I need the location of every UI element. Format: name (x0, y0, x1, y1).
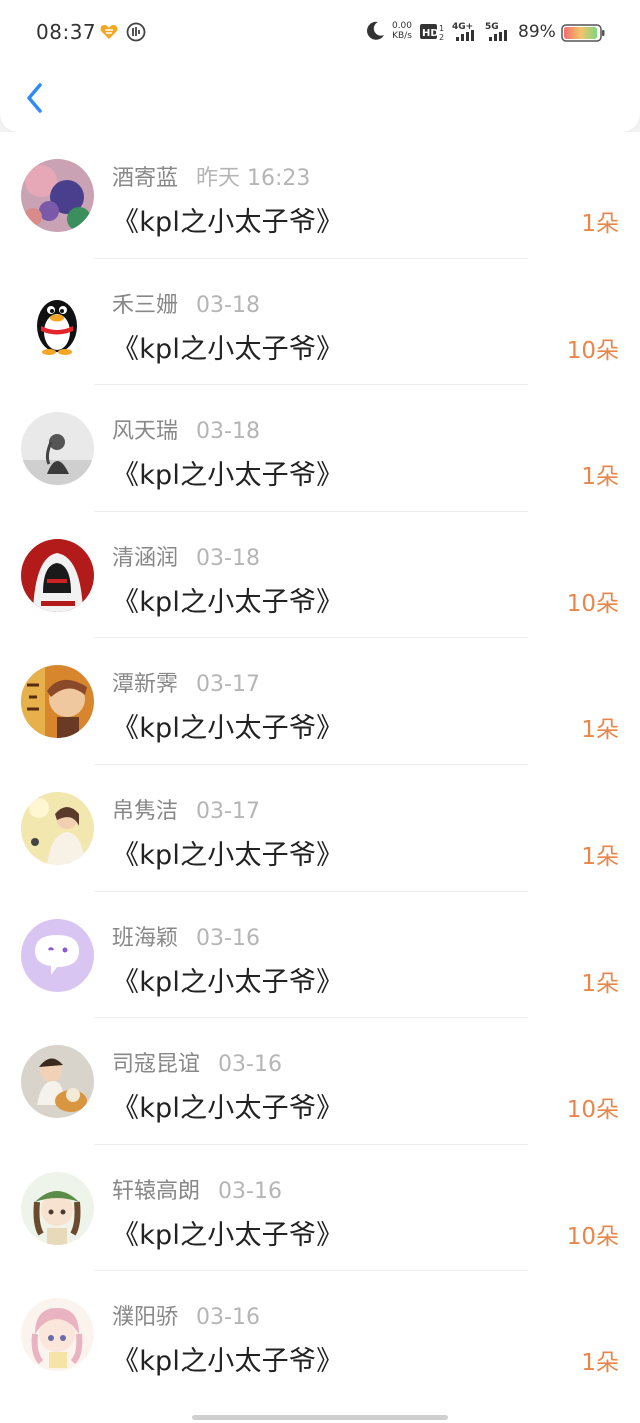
gift-title: 《kpl之小太子爷》 (112, 1346, 344, 1378)
sent-date: 03-18 (196, 545, 260, 571)
sent-date: 昨天 16:23 (196, 166, 311, 191)
gift-title: 《kpl之小太子爷》 (112, 586, 344, 618)
gray-photo-avatar[interactable] (21, 412, 94, 486)
sender-name: 禾三姗 03-18 (112, 292, 260, 318)
sender-name: 帛隽洁 03-17 (112, 799, 260, 824)
status-time: 08:37 (36, 20, 97, 44)
anime-pink-avatar[interactable] (21, 1298, 94, 1372)
girl-photo-avatar[interactable] (21, 792, 94, 865)
list-item[interactable]: 风天瑞 03-18 《kpl之小太子爷》 1朵 (0, 385, 640, 512)
gift-title: 《kpl之小太子爷》 (112, 713, 344, 745)
app-notification-icon (126, 22, 146, 42)
hd-voice-icon: HD 1 2 (420, 24, 444, 42)
list-item[interactable]: 帛隽洁 03-17 《kpl之小太子爷》 1朵 (0, 765, 640, 892)
gift-count: 1朵 (581, 211, 619, 237)
gift-count: 1朵 (581, 970, 619, 997)
gift-count: 1朵 (581, 464, 619, 491)
battery-icon (561, 24, 605, 42)
back-button[interactable] (22, 78, 50, 118)
qq-penguin-avatar[interactable] (21, 285, 94, 359)
svg-text:1: 1 (439, 24, 444, 33)
signal-4g-icon: 4G+ (452, 22, 474, 41)
nav-bar (0, 64, 640, 132)
sent-date: 03-16 (196, 1305, 260, 1331)
gift-list: 酒寄蓝 昨天 16:23 《kpl之小太子爷》 1朵 禾三姗 03-18 《kpl之… (0, 132, 640, 1423)
svg-text:4G+: 4G+ (452, 22, 473, 32)
gift-title: 《kpl之小太子爷》 (112, 966, 344, 998)
kid-dog-avatar[interactable] (21, 1045, 94, 1119)
list-item[interactable]: 清涵润 03-18 《kpl之小太子爷》 10朵 (0, 512, 640, 639)
svg-text:5G: 5G (485, 22, 499, 32)
gift-count: 10朵 (566, 590, 619, 617)
list-item[interactable]: 禾三姗 03-18 《kpl之小太子爷》 10朵 (0, 259, 640, 386)
gift-count: 10朵 (566, 1223, 619, 1250)
sender-name: 清涵润 03-18 (112, 545, 260, 571)
anime-orange-avatar[interactable] (21, 665, 94, 739)
signal-5g-icon: 5G (485, 22, 507, 41)
sent-date: 03-18 (196, 292, 260, 318)
sent-date: 03-16 (196, 925, 260, 951)
gift-title: 《kpl之小太子爷》 (112, 1093, 344, 1125)
list-item[interactable]: 班海颖 03-16 《kpl之小太子爷》 1朵 (0, 892, 640, 1019)
sender-name: 濮阳骄 03-16 (112, 1305, 260, 1331)
status-bar: 08:37 0.00 KB/s HD 1 2 4G+ 5G 89% (0, 0, 640, 64)
sender-name: 潭新霁 03-17 (112, 672, 260, 698)
network-speed: 0.00 KB/s (391, 21, 413, 41)
balloons-avatar[interactable] (21, 159, 94, 232)
gift-count: 1朵 (581, 1350, 619, 1377)
sent-date: 03-18 (196, 419, 260, 445)
list-item[interactable]: 司寇昆谊 03-16 《kpl之小太子爷》 10朵 (0, 1018, 640, 1145)
list-item[interactable]: 轩辕高朗 03-16 《kpl之小太子爷》 10朵 (0, 1145, 640, 1272)
list-item[interactable]: 濮阳骄 03-16 《kpl之小太子爷》 1朵 (0, 1271, 640, 1398)
sender-name: 酒寄蓝 昨天 16:23 (112, 166, 311, 191)
chevron-left-icon (27, 83, 42, 113)
list-item[interactable]: 酒寄蓝 昨天 16:23 《kpl之小太子爷》 1朵 (0, 132, 640, 259)
gift-title: 《kpl之小太子爷》 (112, 333, 344, 365)
gift-count: 1朵 (581, 844, 619, 870)
do-not-disturb-moon-icon (367, 21, 384, 40)
gift-count: 10朵 (566, 337, 619, 364)
home-indicator[interactable] (192, 1415, 448, 1420)
anime-green-hat-avatar[interactable] (21, 1171, 94, 1245)
svg-text:2: 2 (439, 33, 444, 42)
gift-title: 《kpl之小太子爷》 (112, 207, 344, 238)
gift-count: 10朵 (566, 1097, 619, 1124)
svg-text:HD: HD (422, 28, 439, 39)
battery-percent: 89% (518, 22, 556, 42)
sender-name: 班海颖 03-16 (112, 925, 260, 951)
red-hood-avatar[interactable] (21, 538, 94, 612)
chat-bubble-avatar[interactable] (21, 918, 94, 992)
gift-title: 《kpl之小太子爷》 (112, 460, 344, 492)
sent-date: 03-16 (218, 1052, 282, 1078)
gift-title: 《kpl之小太子爷》 (112, 1219, 344, 1251)
sender-name: 轩辕高朗 03-16 (112, 1178, 282, 1204)
gift-title: 《kpl之小太子爷》 (112, 840, 344, 871)
sender-name: 司寇昆谊 03-16 (112, 1052, 282, 1078)
list-item[interactable]: 潭新霁 03-17 《kpl之小太子爷》 1朵 (0, 638, 640, 765)
sent-date: 03-17 (196, 672, 260, 698)
sent-date: 03-17 (196, 799, 260, 824)
sent-date: 03-16 (218, 1178, 282, 1204)
gift-count: 1朵 (581, 717, 619, 744)
sender-name: 风天瑞 03-18 (112, 419, 260, 445)
heart-notification-icon (100, 25, 118, 39)
